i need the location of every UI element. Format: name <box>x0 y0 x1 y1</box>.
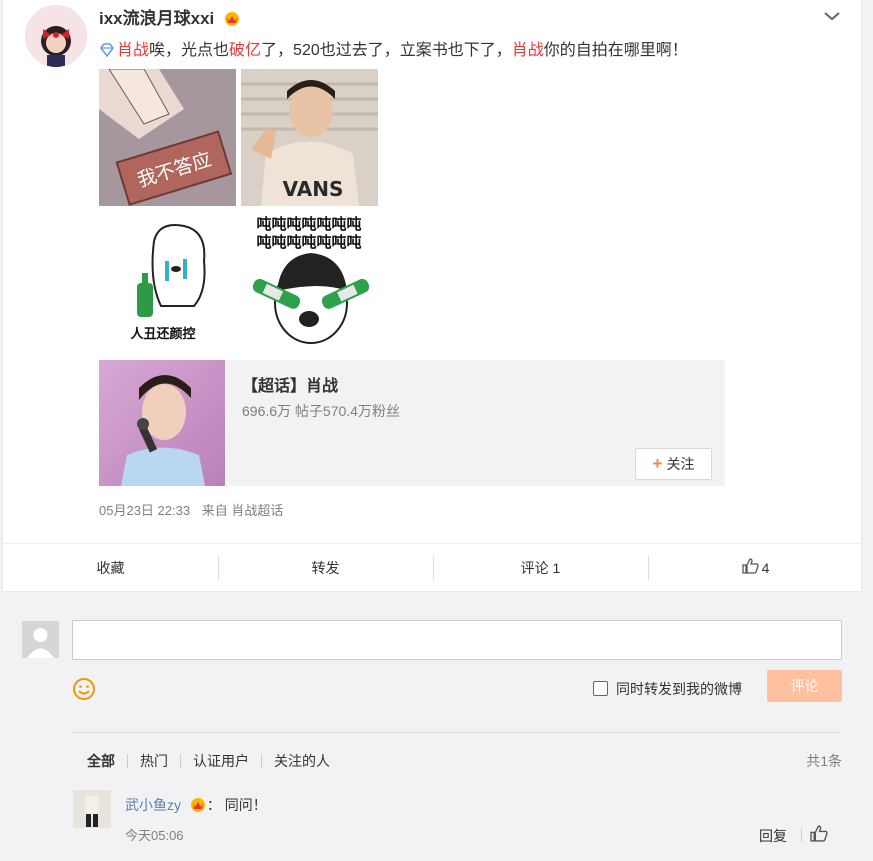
post-image-vans-selfie[interactable]: VANS <box>241 69 378 206</box>
tab-verified[interactable]: 认证用户 <box>193 751 249 771</box>
repost-checkbox[interactable] <box>593 681 608 696</box>
weibo-post-card: ixx流浪月球xxi 肖战唉，光点也破亿了，520也过去了，立案书也下了，肖战你… <box>2 0 863 592</box>
supertopic-cover-image <box>99 360 225 486</box>
favorite-label: 收藏 <box>96 559 125 576</box>
crying-caption: 人丑还颜控 <box>130 326 195 342</box>
post-source[interactable]: 来自 肖战超话 <box>202 503 284 518</box>
submit-comment-button[interactable]: 评论 <box>767 670 842 702</box>
tab-separator <box>180 754 181 768</box>
follow-label: 关注 <box>666 456 695 472</box>
post-meta: 05月23日 22:33 来自 肖战超话 <box>99 500 283 519</box>
post-text-segment: 唉，光点也 <box>149 42 230 59</box>
post-image-drinking-meme[interactable]: 吨吨吨吨吨吨吨 吨吨吨吨吨吨吨 <box>241 211 378 348</box>
comment-text: ： 同问！ <box>206 797 267 813</box>
supertopic-diamond-icon <box>99 43 115 62</box>
drinking-caption-line2: 吨吨吨吨吨吨吨 <box>256 233 361 251</box>
comment-filter-tabs: 全部 热门 认证用户 关注的人 <box>87 751 330 771</box>
topic-link[interactable]: 肖战 <box>512 42 544 59</box>
comment-label: 评论 1 <box>520 559 561 576</box>
supertopic-title[interactable]: 【超话】肖战 <box>242 372 338 396</box>
tab-following[interactable]: 关注的人 <box>274 751 330 771</box>
post-image-brick-meme[interactable]: 我不答应 <box>99 69 236 206</box>
follow-button[interactable]: + 关注 <box>635 448 712 480</box>
post-text-highlight: 破亿 <box>229 42 262 59</box>
author-name[interactable]: ixx流浪月球xxi <box>99 4 241 31</box>
comments-divider <box>72 732 842 733</box>
chevron-down-icon[interactable] <box>821 6 843 26</box>
drinking-caption-line1: 吨吨吨吨吨吨吨 <box>256 215 361 233</box>
author-avatar[interactable] <box>25 5 87 67</box>
plus-icon: + <box>652 454 663 473</box>
repost-button[interactable]: 转发 <box>218 544 433 591</box>
tab-all[interactable]: 全部 <box>87 751 115 771</box>
comment-like-icon[interactable] <box>810 825 830 843</box>
tab-separator <box>261 754 262 768</box>
thumbs-up-icon <box>741 558 759 577</box>
like-count: 4 <box>761 559 770 576</box>
comment-input[interactable] <box>72 620 842 660</box>
reply-button[interactable]: 回复 <box>759 826 787 846</box>
repost-checkbox-label[interactable]: 同时转发到我的微博 <box>616 679 742 699</box>
post-image-crying-meme[interactable]: 人丑还颜控 <box>99 211 236 348</box>
post-text-segment: 了，520也过去了，立案书也下了， <box>261 42 512 59</box>
action-bar: 收藏 转发 评论 1 4 <box>3 543 863 591</box>
supertopic-stats: 696.6万 帖子570.4万粉丝 <box>242 403 400 419</box>
crown-badge-icon <box>189 796 207 815</box>
comment-button[interactable]: 评论 1 <box>433 544 648 591</box>
comment-time: 今天05:06 <box>125 828 184 843</box>
crown-badge-icon <box>223 10 241 31</box>
commenter-name[interactable]: 武小鱼zy <box>125 797 181 813</box>
comment-body: 武小鱼zy ： 同问！ <box>125 795 267 815</box>
post-date[interactable]: 05月23日 22:33 <box>99 503 190 518</box>
comment-total: 共1条 <box>806 753 842 769</box>
vans-caption: VANS <box>283 177 344 201</box>
author-name-text[interactable]: ixx流浪月球xxi <box>99 9 214 28</box>
like-button[interactable]: 4 <box>648 544 863 591</box>
topic-link[interactable]: 肖战 <box>117 42 149 59</box>
current-user-avatar <box>22 621 59 658</box>
action-separator <box>801 828 802 842</box>
commenter-avatar[interactable] <box>73 790 111 828</box>
tab-separator <box>127 754 128 768</box>
favorite-button[interactable]: 收藏 <box>3 544 218 591</box>
repost-label: 转发 <box>311 559 340 576</box>
post-content: 肖战唉，光点也破亿了，520也过去了，立案书也下了，肖战你的自拍在哪里啊！ <box>99 36 688 62</box>
supertopic-card[interactable]: 【超话】肖战 696.6万 帖子570.4万粉丝 + 关注 <box>99 360 725 486</box>
post-text-segment: 你的自拍在哪里啊！ <box>543 42 688 59</box>
emoji-icon[interactable] <box>72 677 96 701</box>
tab-hot[interactable]: 热门 <box>140 751 168 771</box>
